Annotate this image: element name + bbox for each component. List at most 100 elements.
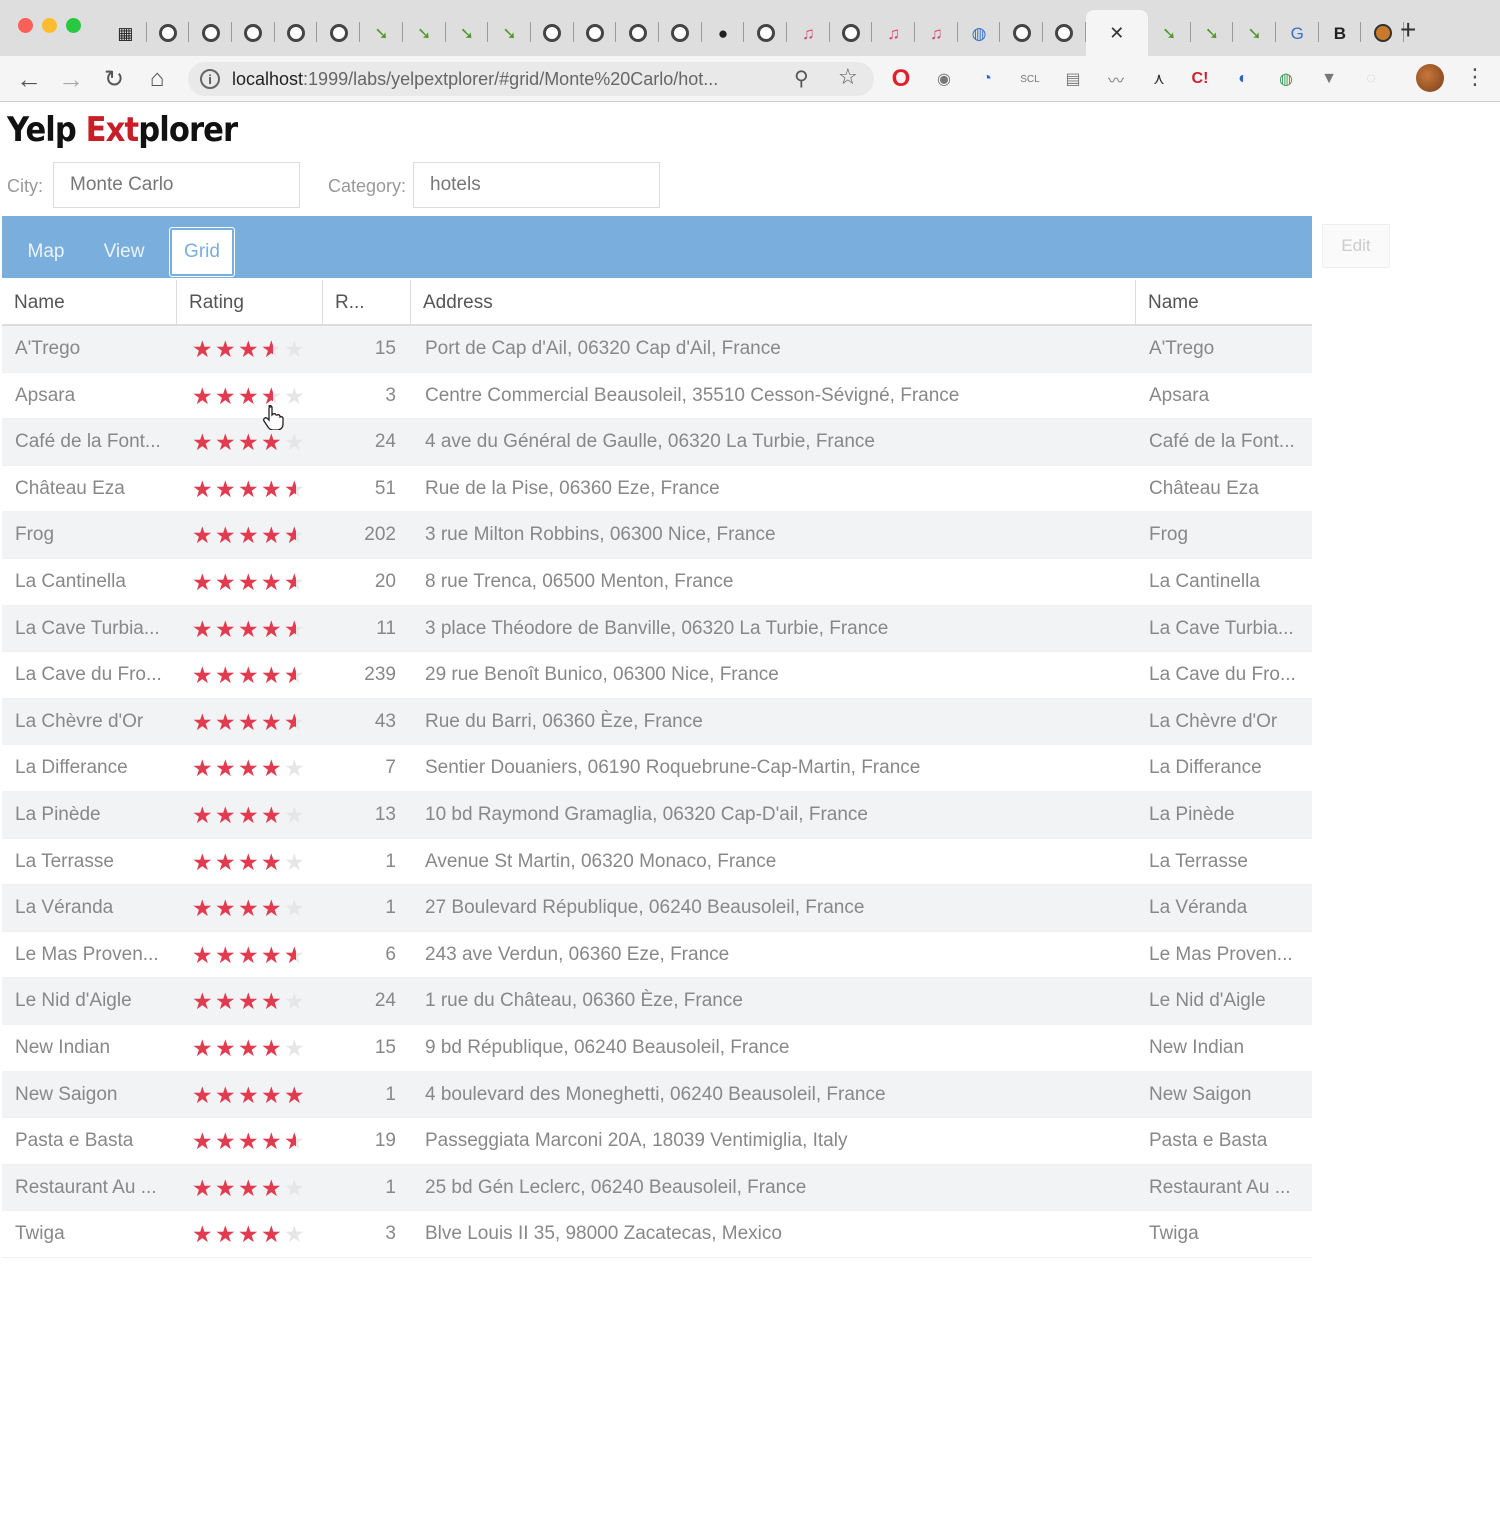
browser-tab[interactable]: ♫ — [872, 10, 915, 56]
table-row[interactable]: Twiga★★★★★★★★★★3Blve Louis II 35, 98000 … — [2, 1211, 1312, 1258]
column-header-name-2[interactable]: Name — [1136, 280, 1312, 326]
star-rating[interactable]: ★★★★★★★★★★ — [192, 617, 307, 640]
tab-grid[interactable]: Grid — [169, 227, 235, 277]
opera-extension-icon[interactable]: O — [890, 65, 912, 92]
info-icon[interactable]: i — [200, 69, 220, 89]
browser-tab[interactable]: ◍ — [958, 10, 1001, 56]
browser-tab[interactable] — [616, 10, 659, 56]
star-rating[interactable]: ★★★★★★★★★★ — [192, 943, 307, 966]
city-input[interactable] — [53, 162, 300, 208]
reload-icon[interactable]: ↻ — [97, 62, 131, 96]
star-rating[interactable]: ★★★★★★★★★★ — [192, 384, 307, 407]
table-row[interactable]: La Differance★★★★★★★★★★7Sentier Douanier… — [2, 745, 1312, 792]
table-row[interactable]: Château Eza ★ ★ ★ ★ ★ ★ ★ ★ ★ ★ 51 Rue de la Pise, 0… — [2, 466, 1312, 513]
star-rating[interactable]: ★★★★★★★★★★ — [192, 338, 307, 361]
column-header-name[interactable]: Name — [2, 280, 177, 326]
zoom-icon[interactable]: ⚲ — [794, 66, 809, 91]
browser-tab[interactable]: ➘ — [446, 10, 489, 56]
browser-tab[interactable] — [531, 10, 574, 56]
minimize-window-button[interactable] — [42, 18, 57, 33]
profile-avatar[interactable] — [1416, 64, 1444, 92]
table-row[interactable]: La Terrasse★★★★★★★★★★1Avenue St Martin, … — [2, 839, 1312, 886]
tab-map[interactable]: Map — [12, 228, 80, 276]
extension-icon[interactable]: ◐ — [1232, 68, 1254, 90]
star-rating[interactable]: ★★★★★★★★★★ — [192, 803, 307, 826]
column-header-address[interactable]: Address — [411, 280, 1136, 326]
extension-icon[interactable]: SCL — [1019, 68, 1041, 90]
home-icon[interactable]: ⌂ — [140, 62, 174, 96]
table-row[interactable]: Restaurant Au ...★★★★★★★★★★125 bd Gén Le… — [2, 1164, 1312, 1212]
star-rating[interactable]: ★★★★★★★★★★ — [192, 1223, 307, 1246]
browser-tab[interactable]: ➘ — [403, 10, 446, 56]
column-header-reviews[interactable]: R... — [323, 280, 411, 326]
table-row[interactable]: Le Nid d'Aigle★★★★★★★★★★241 rue du Châte… — [2, 978, 1312, 1025]
table-row[interactable]: Le Mas Proven... ★ ★ ★ ★ ★ ★ ★ ★ ★ ★ 6 243 ave Verdu… — [2, 932, 1312, 979]
star-rating[interactable]: ★★★★★★★★★★ — [192, 850, 307, 873]
extension-icon[interactable]: ⋏ — [1148, 68, 1170, 90]
browser-tab[interactable]: ♫ — [787, 10, 830, 56]
star-rating[interactable]: ★★★★★★★★★★ — [192, 477, 307, 500]
star-rating[interactable]: ★★★★★★★★★★ — [192, 524, 307, 547]
browser-tab[interactable] — [659, 10, 702, 56]
browser-tab[interactable]: ➘ — [1233, 10, 1276, 56]
star-rating[interactable]: ★★★★★★★★★★ — [192, 570, 307, 593]
table-row[interactable]: La Véranda★★★★★★★★★★127 Boulevard Républ… — [2, 885, 1312, 932]
table-row[interactable]: La Pinède★★★★★★★★★★1310 bd Raymond Grama… — [2, 791, 1312, 839]
zoom-window-button[interactable] — [66, 18, 81, 33]
extension-icon[interactable]: ◍ — [1275, 68, 1297, 90]
browser-tab[interactable]: ➘ — [360, 10, 403, 56]
table-row[interactable]: A'Trego★★★★★★★★★★15Port de Cap d'Ail, 06… — [2, 326, 1312, 373]
extension-icon[interactable]: ◌ — [1360, 68, 1382, 90]
browser-tab[interactable] — [147, 10, 190, 56]
star-rating[interactable]: ★★★★★★★★★★ — [192, 990, 307, 1013]
forward-arrow-icon[interactable]: → — [54, 62, 88, 96]
browser-tab[interactable] — [232, 10, 275, 56]
browser-tab[interactable] — [189, 10, 232, 56]
browser-tab[interactable]: ➘ — [1148, 10, 1191, 56]
browser-tab[interactable] — [574, 10, 617, 56]
address-bar[interactable]: i localhost:1999/labs/yelpextplorer/#gri… — [188, 62, 874, 96]
table-row[interactable]: La Cave du Fro... ★ ★ ★ ★ ★ ★ ★ ★ ★ ★ 239 29 rue Ben… — [2, 652, 1312, 699]
browser-tab[interactable] — [830, 10, 873, 56]
extension-icon[interactable]: 〰 — [1105, 68, 1127, 90]
star-rating[interactable]: ★★★★★★★★★★ — [192, 1036, 307, 1059]
star-rating[interactable]: ★★★★★★★★★★ — [192, 1130, 307, 1153]
browser-tab-active[interactable]: ✕ — [1085, 10, 1148, 56]
table-row[interactable]: Apsara ★★★★★★★★★★ 3 Centre Commercial Beaus… — [2, 373, 1312, 420]
extension-icon[interactable]: ▤ — [1062, 68, 1084, 90]
tab-view[interactable]: View — [90, 228, 158, 276]
table-row[interactable]: New Indian★★★★★★★★★★159 bd République, 0… — [2, 1025, 1312, 1072]
browser-tab[interactable] — [744, 10, 787, 56]
browser-tab[interactable] — [317, 10, 360, 56]
table-row[interactable]: New Saigon ★ ★ ★ ★ ★ ★ ★ ★ ★ ★ 1 4 boulevard des Mon… — [2, 1071, 1312, 1119]
extension-icon[interactable]: ◉ — [933, 68, 955, 90]
browser-tab[interactable] — [275, 10, 318, 56]
close-tab-icon[interactable]: ✕ — [1109, 23, 1124, 44]
star-rating[interactable]: ★★★★★★★★★★ — [192, 1083, 307, 1106]
table-row[interactable]: La Cantinella ★ ★ ★ ★ ★ ★ ★ ★ ★ ★ 20 8 rue Trenca, 0… — [2, 559, 1312, 606]
bookmark-star-icon[interactable]: ☆ — [838, 64, 858, 90]
browser-tab[interactable]: ➘ — [488, 10, 531, 56]
category-input[interactable] — [413, 162, 660, 208]
browser-tab[interactable] — [1043, 10, 1086, 56]
browser-tab[interactable] — [1000, 10, 1043, 56]
star-rating[interactable]: ★★★★★★★★★★ — [192, 664, 307, 687]
extension-icon[interactable]: C! — [1189, 68, 1211, 90]
column-header-rating[interactable]: Rating — [177, 280, 323, 326]
table-row[interactable]: Frog ★ ★ ★ ★ ★ ★ ★ ★ ★ ★ 202 3 rue Milton Robbins, 0… — [2, 512, 1312, 559]
extension-icon[interactable]: ▼ — [1318, 68, 1340, 90]
browser-tab[interactable]: G — [1276, 10, 1319, 56]
browser-tab[interactable] — [1361, 10, 1404, 56]
table-row[interactable]: La Chèvre d'Or ★ ★ ★ ★ ★ ★ ★ ★ ★ ★ 43 Rue du Barri, … — [2, 698, 1312, 746]
browser-tab[interactable]: ● — [702, 10, 745, 56]
star-rating[interactable]: ★★★★★★★★★★ — [192, 897, 307, 920]
star-rating[interactable]: ★★★★★★★★★★ — [192, 710, 307, 733]
browser-tab[interactable]: ➘ — [1191, 10, 1234, 56]
browser-tab[interactable]: ♫ — [915, 10, 958, 56]
close-window-button[interactable] — [18, 18, 33, 33]
table-row[interactable]: Pasta e Basta ★ ★ ★ ★ ★ ★ ★ ★ ★ ★ 19 Passeggiata Mar… — [2, 1118, 1312, 1165]
table-row[interactable]: La Cave Turbia... ★ ★ ★ ★ ★ ★ ★ ★ ★ ★ 11 3 place Thé… — [2, 605, 1312, 653]
star-rating[interactable]: ★★★★★★★★★★ — [192, 757, 307, 780]
table-row[interactable]: Café de la Font...★★★★★★★★★★244 ave du G… — [2, 419, 1312, 466]
extension-icon[interactable]: ◔ — [976, 68, 998, 90]
